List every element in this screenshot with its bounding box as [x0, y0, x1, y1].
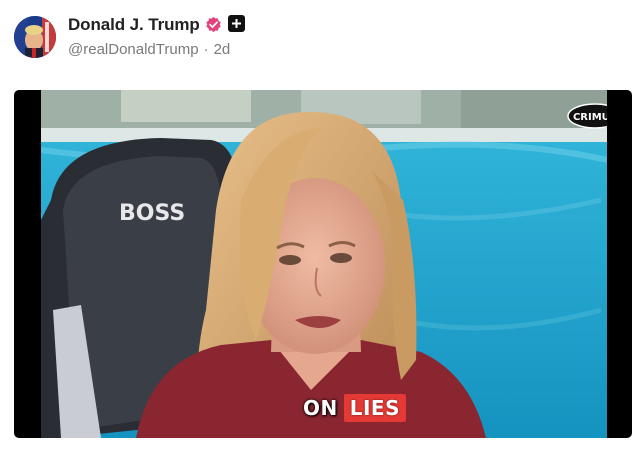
video-frame[interactable]: BOSS CRIMUS ON LIES: [41, 90, 607, 438]
video-caption: ON LIES: [301, 392, 407, 424]
author-handle[interactable]: @realDonaldTrump: [68, 41, 199, 58]
post-timestamp[interactable]: 2d: [214, 41, 231, 58]
caption-word: ON: [303, 396, 338, 420]
verified-badge-icon: [206, 16, 221, 33]
post-header: Donald J. Trump @realDonaldTrump · 2d: [0, 0, 640, 80]
author-name[interactable]: Donald J. Trump: [68, 15, 200, 35]
truth-social-icon: [228, 15, 245, 32]
avatar-image: [14, 16, 56, 58]
video-still: BOSS: [41, 90, 607, 438]
channel-logo: CRIMUS: [567, 103, 607, 129]
author-avatar[interactable]: [14, 16, 56, 58]
meta-separator: ·: [203, 41, 209, 58]
chair-brand-text: BOSS: [119, 201, 185, 226]
caption-word-highlighted: LIES: [343, 394, 407, 422]
post-meta: @realDonaldTrump · 2d: [68, 41, 230, 58]
channel-logo-text: CRIMUS: [573, 112, 607, 123]
video-player[interactable]: BOSS CRIMUS ON LIES: [14, 90, 632, 438]
